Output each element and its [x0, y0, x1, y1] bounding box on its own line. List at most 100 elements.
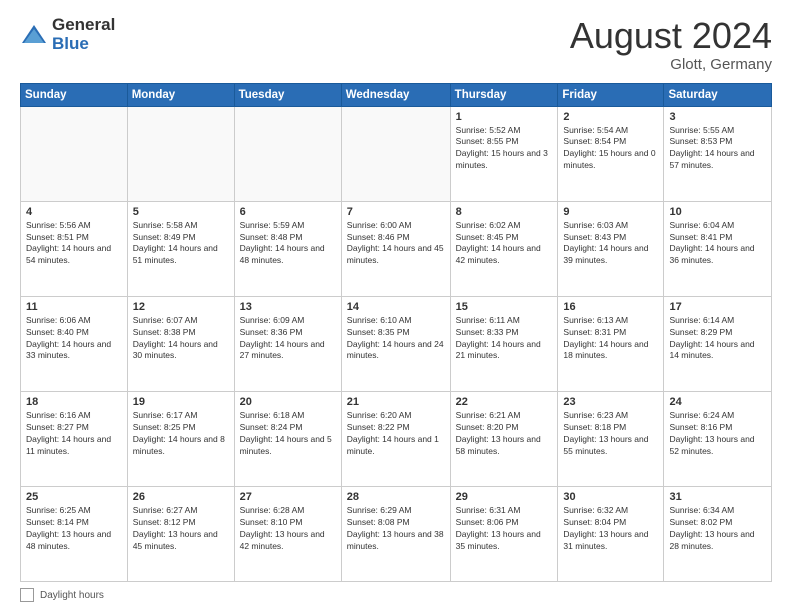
calendar-cell: 14Sunrise: 6:10 AMSunset: 8:35 PMDayligh…: [341, 296, 450, 391]
title-block: August 2024 Glott, Germany: [570, 16, 772, 73]
calendar-cell: 22Sunrise: 6:21 AMSunset: 8:20 PMDayligh…: [450, 391, 558, 486]
day-number: 27: [240, 491, 336, 503]
day-number: 26: [133, 491, 229, 503]
day-info: Sunrise: 6:13 AMSunset: 8:31 PMDaylight:…: [563, 315, 648, 361]
calendar-cell: 26 Sunrise: 6:27 AMSunset: 8:12 PMDayligh…: [127, 486, 234, 581]
calendar-cell: [21, 106, 128, 201]
calendar-week-1: 4 Sunrise: 5:56 AMSunset: 8:51 PMDaylight…: [21, 201, 772, 296]
logo: General Blue: [20, 16, 115, 53]
header-cell-tuesday: Tuesday: [234, 83, 341, 106]
calendar-cell: 3 Sunrise: 5:55 AMSunset: 8:53 PMDaylight…: [664, 106, 772, 201]
day-number: 17: [669, 301, 766, 313]
day-info: Sunrise: 6:09 AMSunset: 8:36 PMDaylight:…: [240, 315, 325, 361]
day-number: 9: [563, 206, 658, 218]
day-number: 14: [347, 301, 445, 313]
day-info: Sunrise: 6:34 AMSunset: 8:02 PMDaylight:…: [669, 505, 754, 551]
logo-general: General: [52, 16, 115, 35]
day-info: Sunrise: 6:20 AMSunset: 8:22 PMDaylight:…: [347, 410, 439, 456]
day-number: 5: [133, 206, 229, 218]
day-number: 22: [456, 396, 553, 408]
day-number: 29: [456, 491, 553, 503]
logo-blue: Blue: [52, 35, 115, 54]
day-info: Sunrise: 6:02 AMSunset: 8:45 PMDaylight:…: [456, 220, 541, 266]
day-info: Sunrise: 6:17 AMSunset: 8:25 PMDaylight:…: [133, 410, 225, 456]
calendar-cell: 29 Sunrise: 6:31 AMSunset: 8:06 PMDayligh…: [450, 486, 558, 581]
day-info: Sunrise: 5:55 AMSunset: 8:53 PMDaylight:…: [669, 125, 754, 171]
day-number: 11: [26, 301, 122, 313]
footer-label: Daylight hours: [40, 590, 104, 601]
day-info: Sunrise: 5:56 AMSunset: 8:51 PMDaylight:…: [26, 220, 111, 266]
day-info: Sunrise: 6:28 AMSunset: 8:10 PMDaylight:…: [240, 505, 325, 551]
calendar-cell: 16Sunrise: 6:13 AMSunset: 8:31 PMDayligh…: [558, 296, 664, 391]
calendar-cell: 25Sunrise: 6:25 AMSunset: 8:14 PMDayligh…: [21, 486, 128, 581]
day-info: Sunrise: 6:06 AMSunset: 8:40 PMDaylight:…: [26, 315, 111, 361]
calendar-cell: 5 Sunrise: 5:58 AMSunset: 8:49 PMDaylight…: [127, 201, 234, 296]
day-info: Sunrise: 6:04 AMSunset: 8:41 PMDaylight:…: [669, 220, 754, 266]
day-info: Sunrise: 5:52 AMSunset: 8:55 PMDaylight:…: [456, 125, 548, 171]
day-info: Sunrise: 6:07 AMSunset: 8:38 PMDaylight:…: [133, 315, 218, 361]
calendar-cell: 23 Sunrise: 6:23 AMSunset: 8:18 PMDayligh…: [558, 391, 664, 486]
day-info: Sunrise: 6:16 AMSunset: 8:27 PMDaylight:…: [26, 410, 111, 456]
calendar-table: SundayMondayTuesdayWednesdayThursdayFrid…: [20, 83, 772, 582]
calendar-cell: 20Sunrise: 6:18 AMSunset: 8:24 PMDayligh…: [234, 391, 341, 486]
header-cell-friday: Friday: [558, 83, 664, 106]
header-cell-monday: Monday: [127, 83, 234, 106]
day-number: 30: [563, 491, 658, 503]
day-number: 28: [347, 491, 445, 503]
day-info: Sunrise: 5:58 AMSunset: 8:49 PMDaylight:…: [133, 220, 218, 266]
day-number: 21: [347, 396, 445, 408]
day-info: Sunrise: 6:00 AMSunset: 8:46 PMDaylight:…: [347, 220, 444, 266]
day-info: Sunrise: 6:31 AMSunset: 8:06 PMDaylight:…: [456, 505, 541, 551]
calendar-cell: 6Sunrise: 5:59 AMSunset: 8:48 PMDaylight…: [234, 201, 341, 296]
header-cell-saturday: Saturday: [664, 83, 772, 106]
location: Glott, Germany: [570, 56, 772, 73]
day-number: 31: [669, 491, 766, 503]
month-year: August 2024: [570, 16, 772, 56]
logo-icon: [20, 21, 48, 49]
calendar-cell: 27 Sunrise: 6:28 AMSunset: 8:10 PMDayligh…: [234, 486, 341, 581]
day-number: 19: [133, 396, 229, 408]
day-info: Sunrise: 6:24 AMSunset: 8:16 PMDaylight:…: [669, 410, 754, 456]
day-info: Sunrise: 6:27 AMSunset: 8:12 PMDaylight:…: [133, 505, 218, 551]
day-info: Sunrise: 6:23 AMSunset: 8:18 PMDaylight:…: [563, 410, 648, 456]
day-number: 24: [669, 396, 766, 408]
calendar-cell: 18 Sunrise: 6:16 AMSunset: 8:27 PMDayligh…: [21, 391, 128, 486]
calendar-cell: 12 Sunrise: 6:07 AMSunset: 8:38 PMDayligh…: [127, 296, 234, 391]
day-number: 4: [26, 206, 122, 218]
day-info: Sunrise: 6:11 AMSunset: 8:33 PMDaylight:…: [456, 315, 541, 361]
calendar-cell: 7 Sunrise: 6:00 AMSunset: 8:46 PMDaylight…: [341, 201, 450, 296]
calendar-cell: 2 Sunrise: 5:54 AMSunset: 8:54 PMDaylight…: [558, 106, 664, 201]
day-number: 12: [133, 301, 229, 313]
logo-text: General Blue: [52, 16, 115, 53]
day-number: 23: [563, 396, 658, 408]
calendar-cell: 9 Sunrise: 6:03 AMSunset: 8:43 PMDaylight…: [558, 201, 664, 296]
day-number: 18: [26, 396, 122, 408]
day-number: 2: [563, 111, 658, 123]
day-info: Sunrise: 6:14 AMSunset: 8:29 PMDaylight:…: [669, 315, 754, 361]
header-cell-thursday: Thursday: [450, 83, 558, 106]
day-number: 7: [347, 206, 445, 218]
calendar-cell: 21 Sunrise: 6:20 AMSunset: 8:22 PMDayligh…: [341, 391, 450, 486]
calendar-cell: 31 Sunrise: 6:34 AMSunset: 8:02 PMDayligh…: [664, 486, 772, 581]
footer: Daylight hours: [20, 588, 772, 602]
calendar-cell: 17 Sunrise: 6:14 AMSunset: 8:29 PMDayligh…: [664, 296, 772, 391]
calendar-cell: 8Sunrise: 6:02 AMSunset: 8:45 PMDaylight…: [450, 201, 558, 296]
calendar-cell: 4 Sunrise: 5:56 AMSunset: 8:51 PMDaylight…: [21, 201, 128, 296]
day-number: 3: [669, 111, 766, 123]
page: General Blue August 2024 Glott, Germany …: [0, 0, 792, 612]
day-number: 20: [240, 396, 336, 408]
day-info: Sunrise: 6:29 AMSunset: 8:08 PMDaylight:…: [347, 505, 444, 551]
calendar-cell: 13 Sunrise: 6:09 AMSunset: 8:36 PMDayligh…: [234, 296, 341, 391]
header-cell-wednesday: Wednesday: [341, 83, 450, 106]
day-info: Sunrise: 6:03 AMSunset: 8:43 PMDaylight:…: [563, 220, 648, 266]
calendar-cell: [341, 106, 450, 201]
day-info: Sunrise: 6:32 AMSunset: 8:04 PMDaylight:…: [563, 505, 648, 551]
day-info: Sunrise: 5:54 AMSunset: 8:54 PMDaylight:…: [563, 125, 655, 171]
calendar-header: SundayMondayTuesdayWednesdayThursdayFrid…: [21, 83, 772, 106]
calendar-cell: 11 Sunrise: 6:06 AMSunset: 8:40 PMDayligh…: [21, 296, 128, 391]
header-cell-sunday: Sunday: [21, 83, 128, 106]
header-row: SundayMondayTuesdayWednesdayThursdayFrid…: [21, 83, 772, 106]
day-number: 13: [240, 301, 336, 313]
calendar-week-3: 18 Sunrise: 6:16 AMSunset: 8:27 PMDayligh…: [21, 391, 772, 486]
calendar-cell: 10Sunrise: 6:04 AMSunset: 8:41 PMDayligh…: [664, 201, 772, 296]
